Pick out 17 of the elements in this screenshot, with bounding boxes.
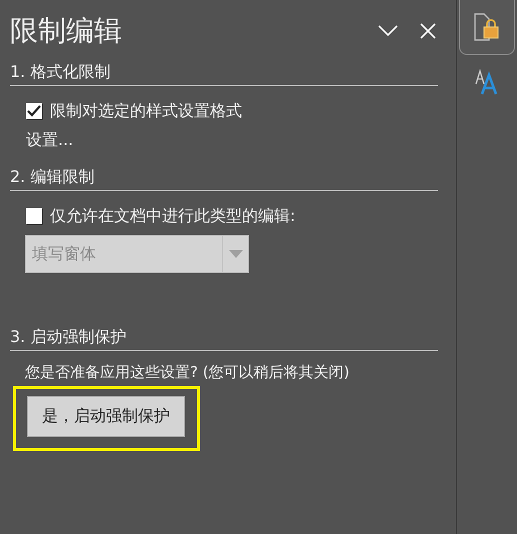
- prompt-text: 您是否准备应用这些设置? (您可以稍后将其关闭): [25, 363, 350, 382]
- chevron-down-icon[interactable]: [378, 25, 398, 37]
- checkbox-label: 仅允许在文档中进行此类型的编辑:: [50, 206, 296, 226]
- start-protection-button[interactable]: 是，启动强制保护: [27, 396, 185, 437]
- settings-link[interactable]: 设置...: [26, 130, 438, 151]
- checkbox[interactable]: [26, 208, 42, 224]
- font-style-icon: [474, 69, 500, 95]
- pane-title: 限制编辑: [10, 13, 123, 49]
- section-heading: 2. 编辑限制: [10, 167, 438, 191]
- caret-icon: [228, 250, 242, 258]
- close-icon[interactable]: [420, 23, 436, 39]
- restrict-editing-tab[interactable]: [459, 0, 515, 55]
- section-heading: 1. 格式化限制: [10, 62, 438, 86]
- checkbox[interactable]: [26, 103, 42, 119]
- checkbox-label: 限制对选定的样式设置格式: [50, 100, 242, 122]
- document-lock-icon: [474, 13, 500, 41]
- section-heading: 3. 启动强制保护: [10, 327, 438, 351]
